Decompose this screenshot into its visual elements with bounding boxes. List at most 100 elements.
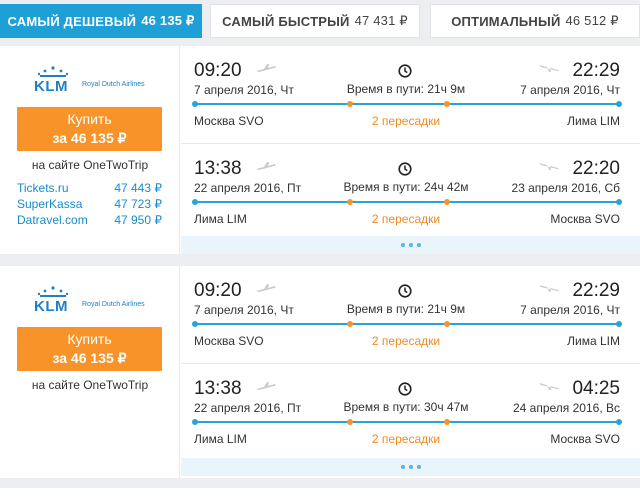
plane-landing-icon [539,285,559,292]
tab-price: 47 431 ₽ [354,13,408,28]
agent-name[interactable]: Tickets.ru [17,180,69,196]
clock-icon [398,162,412,176]
plane-takeoff-icon [256,162,276,170]
route-endpoint [192,321,198,327]
offer-price-panel: KLM Royal Dutch Airlines Купить за 46 13… [0,46,180,254]
arrival-date: 7 апреля 2016, Чт [520,83,620,97]
offer-card-next [0,488,640,496]
plane-landing-icon [539,65,559,72]
route-endpoint [616,199,622,205]
agent-row[interactable]: Datravel.com 47 950 ₽ [17,212,162,228]
agent-list: Tickets.ru 47 443 ₽ SuperKassa 47 723 ₽ … [17,180,162,228]
airline-subtitle: Royal Dutch Airlines [82,301,145,308]
airline-subtitle: Royal Dutch Airlines [82,81,145,88]
dot [416,465,421,469]
origin-city: Москва SVO [194,334,264,348]
airline-logo-text: KLM [34,78,68,95]
agent-price[interactable]: 47 950 ₽ [114,212,162,228]
more-options-button[interactable] [181,236,640,254]
more-options-button[interactable] [181,458,640,476]
tab-cheapest[interactable]: Самый дешевый 46 135 ₽ [0,4,202,38]
departure-date: 7 апреля 2016, Чт [194,303,294,317]
agent-price[interactable]: 47 443 ₽ [114,180,162,196]
seller-site: на сайте OneTwoTrip [31,378,149,392]
offer-card: KLM Royal Dutch Airlines Купить за 46 13… [0,266,640,478]
stops-count[interactable]: 2 пересадки [281,334,531,348]
route-endpoint [616,321,622,327]
flight-segment[interactable]: 09:20 7 апреля 2016, Чт Время в пути: 21… [181,266,640,358]
agent-name[interactable]: Datravel.com [17,212,88,228]
route-endpoint [616,419,622,425]
arrival-date: 7 апреля 2016, Чт [520,303,620,317]
tab-label: Самый дешевый [7,13,137,29]
stop-marker [444,321,450,327]
seller-site: на сайте OneTwoTrip [31,158,149,172]
buy-label: Купить [67,111,112,127]
airline-logo: KLM Royal Dutch Airlines [34,286,174,315]
route-line [192,321,622,327]
arrival-date: 24 апреля 2016, Вс [512,401,620,415]
flight-duration: Время в пути: 21ч 9м [346,82,466,96]
route-endpoint [192,419,198,425]
clock-icon [398,64,412,78]
route-endpoint [192,199,198,205]
origin-city: Москва SVO [194,114,264,128]
arrival-date: 23 апреля 2016, Сб [511,181,620,195]
route-endpoint [192,101,198,107]
tab-label: Оптимальный [451,13,561,29]
departure-time: 13:38 [194,378,242,399]
stop-marker [347,101,353,107]
plane-landing-icon [539,383,559,390]
route-line [192,419,622,425]
flight-duration: Время в пути: 24ч 42м [343,180,469,194]
dot [400,465,405,469]
stops-count[interactable]: 2 пересадки [281,114,531,128]
agent-name[interactable]: SuperKassa [17,196,82,212]
agent-row[interactable]: SuperKassa 47 723 ₽ [17,196,162,212]
itinerary: 09:20 7 апреля 2016, Чт Время в пути: 21… [181,266,640,478]
tab-fastest[interactable]: Самый быстрый 47 431 ₽ [210,4,420,38]
agent-row[interactable]: Tickets.ru 47 443 ₽ [17,180,162,196]
departure-date: 7 апреля 2016, Чт [194,83,294,97]
stop-marker [347,199,353,205]
stops-count[interactable]: 2 пересадки [281,212,531,226]
clock-icon [398,284,412,298]
airline-logo-text: KLM [34,298,68,315]
flight-duration: Время в пути: 30ч 47м [343,400,469,414]
itinerary: 09:20 7 апреля 2016, Чт Время в пути: 21… [181,46,640,254]
stop-marker [444,101,450,107]
flight-segment[interactable]: 09:20 7 апреля 2016, Чт Время в пути: 21… [181,46,640,138]
route-endpoint [616,101,622,107]
plane-takeoff-icon [256,284,276,292]
route-line [192,101,622,107]
tab-optimal[interactable]: Оптимальный 46 512 ₽ [430,4,640,38]
arrival-time: 04:25 [572,378,620,399]
buy-button[interactable]: Купить за 46 135 ₽ [17,107,162,151]
flight-segment[interactable]: 13:38 22 апреля 2016, Пт Время в пути: 2… [181,143,640,235]
stop-marker [444,419,450,425]
departure-time: 09:20 [194,60,242,81]
stop-marker [444,199,450,205]
stops-count[interactable]: 2 пересадки [281,432,531,446]
plane-takeoff-icon [256,382,276,390]
offer-card: KLM Royal Dutch Airlines Купить за 46 13… [0,46,640,254]
tab-price: 46 135 ₽ [141,13,195,28]
tab-label: Самый быстрый [222,13,350,29]
arrival-time: 22:29 [572,280,620,301]
dot [408,465,413,469]
stop-marker [347,419,353,425]
plane-takeoff-icon [256,64,276,72]
airline-logo: KLM Royal Dutch Airlines [34,66,174,95]
flight-segment[interactable]: 13:38 22 апреля 2016, Пт Время в пути: 3… [181,363,640,455]
dot [416,243,421,247]
departure-time: 13:38 [194,158,242,179]
klm-crown-icon [37,286,69,297]
departure-time: 09:20 [194,280,242,301]
agent-price[interactable]: 47 723 ₽ [114,196,162,212]
stop-marker [347,321,353,327]
flight-duration: Время в пути: 21ч 9м [346,302,466,316]
buy-button[interactable]: Купить за 46 135 ₽ [17,327,162,371]
offer-price-panel: KLM Royal Dutch Airlines Купить за 46 13… [0,266,180,478]
origin-city: Лима LIM [194,212,247,226]
sort-tabs: Самый дешевый 46 135 ₽ Самый быстрый 47 43… [0,0,640,44]
